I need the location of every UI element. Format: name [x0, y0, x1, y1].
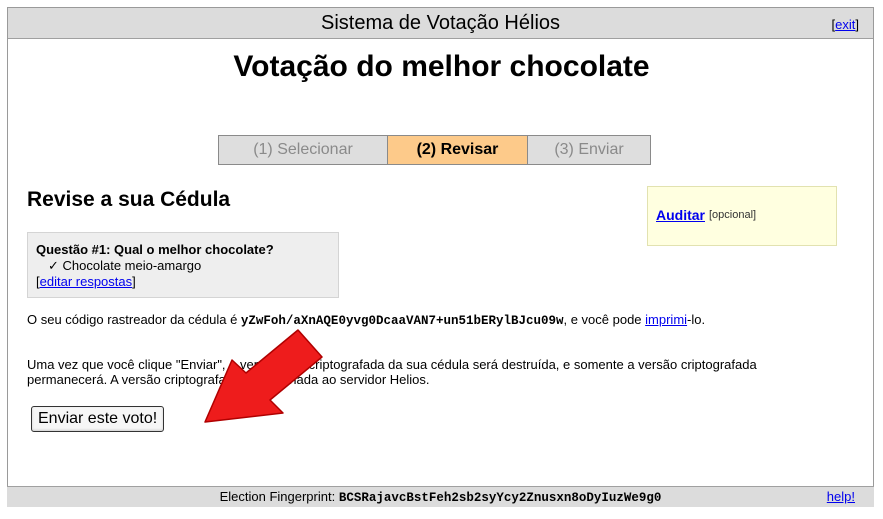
exit-link[interactable]: exit — [835, 17, 855, 32]
edit-answers-wrapper: [editar respostas] — [36, 274, 136, 289]
question-title: Questão #1: Qual o melhor chocolate? — [36, 242, 274, 257]
election-fingerprint: Election Fingerprint: BCSRajavcBstFeh2sb… — [7, 489, 874, 505]
question-box: Questão #1: Qual o melhor chocolate? ✓ C… — [27, 232, 339, 298]
audit-box: Auditar [opcional] — [647, 186, 837, 246]
tracker-hash: yZwFoh/aXnAQE0yvg0DcaaVAN7+un51bERylBJcu… — [240, 314, 564, 328]
print-link[interactable]: imprimi — [645, 312, 687, 327]
step-submit: (3) Enviar — [528, 136, 650, 164]
fingerprint-hash: BCSRajavcBstFeh2sb2syYcy2Znusxn8oDyIuzWe… — [338, 491, 662, 505]
exit-link-wrapper: [exit] — [831, 17, 859, 32]
review-heading: Revise a sua Cédula — [27, 188, 231, 211]
top-bar: Sistema de Votação Hélios [exit] — [8, 8, 873, 39]
submit-vote-button[interactable]: Enviar este voto! — [31, 406, 165, 432]
ballot-tracker: O seu código rastreador da cédula é yZwF… — [27, 312, 705, 328]
submit-notice: Uma vez que você clique "Enviar", a vers… — [27, 357, 757, 387]
question-answer: ✓ Chocolate meio-amargo — [48, 258, 202, 273]
tracker-prefix: O seu código rastreador da cédula é — [27, 312, 241, 327]
progress-steps: (1) Selecionar (2) Revisar (3) Enviar — [218, 135, 651, 165]
audit-optional-label: [opcional] — [709, 209, 757, 221]
audit-link[interactable]: Auditar — [656, 207, 705, 223]
tracker-middle: , e você pode — [563, 312, 646, 327]
tracker-suffix: -lo. — [687, 312, 706, 327]
fingerprint-label: Election Fingerprint: — [219, 489, 339, 504]
system-title: Sistema de Votação Hélios — [320, 12, 561, 34]
help-link[interactable]: help! — [827, 489, 855, 504]
step-select: (1) Selecionar — [219, 136, 388, 164]
bottom-bar: Election Fingerprint: BCSRajavcBstFeh2sb… — [7, 486, 874, 507]
step-review: (2) Revisar — [388, 136, 528, 164]
edit-answers-link[interactable]: editar respostas — [40, 274, 133, 289]
election-title: Votação do melhor chocolate — [233, 50, 650, 83]
